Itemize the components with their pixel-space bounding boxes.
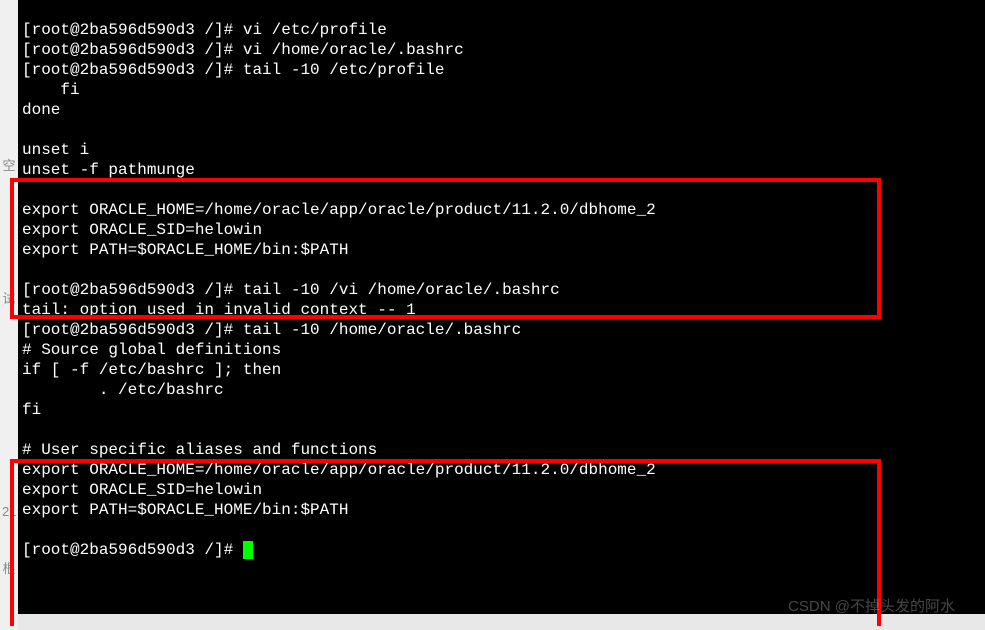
editor-left-margin: 空 试 21 根	[0, 0, 18, 630]
margin-char: 试	[2, 288, 16, 307]
terminal-line: # User specific aliases and functions	[22, 441, 377, 459]
terminal-line: export ORACLE_HOME=/home/oracle/app/orac…	[22, 201, 656, 219]
terminal-line: fi	[22, 81, 80, 99]
terminal-line: unset -f pathmunge	[22, 161, 195, 179]
watermark-text: CSDN @不掉头发的阿水	[788, 595, 955, 616]
terminal-line: if [ -f /etc/bashrc ]; then	[22, 361, 281, 379]
terminal-line: export PATH=$ORACLE_HOME/bin:$PATH	[22, 241, 348, 259]
terminal-line: export ORACLE_HOME=/home/oracle/app/orac…	[22, 461, 656, 479]
terminal-line: done	[22, 101, 60, 119]
terminal-line: [root@2ba596d590d3 /]# vi /home/oracle/.…	[22, 41, 464, 59]
terminal-line: unset i	[22, 141, 89, 159]
terminal-line: # Source global definitions	[22, 341, 281, 359]
terminal-line: export PATH=$ORACLE_HOME/bin:$PATH	[22, 501, 348, 519]
terminal-line: export ORACLE_SID=helowin	[22, 221, 262, 239]
terminal-line: [root@2ba596d590d3 /]# vi /etc/profile	[22, 21, 387, 39]
terminal-window[interactable]: [root@2ba596d590d3 /]# vi /etc/profile […	[18, 0, 985, 614]
terminal-line: fi	[22, 401, 41, 419]
terminal-line: export ORACLE_SID=helowin	[22, 481, 262, 499]
prompt: [root@2ba596d590d3 /]#	[22, 541, 243, 559]
cursor-block	[243, 541, 253, 559]
terminal-line: [root@2ba596d590d3 /]# tail -10 /home/or…	[22, 321, 521, 339]
margin-char: 空	[2, 155, 16, 174]
terminal-line: . /etc/bashrc	[22, 381, 224, 399]
terminal-line: [root@2ba596d590d3 /]# tail -10 /etc/pro…	[22, 61, 444, 79]
terminal-line: tail: option used in invalid context -- …	[22, 301, 416, 319]
margin-char: 根	[2, 558, 16, 577]
terminal-line: [root@2ba596d590d3 /]# tail -10 /vi /hom…	[22, 281, 560, 299]
margin-char: 21	[2, 504, 16, 519]
